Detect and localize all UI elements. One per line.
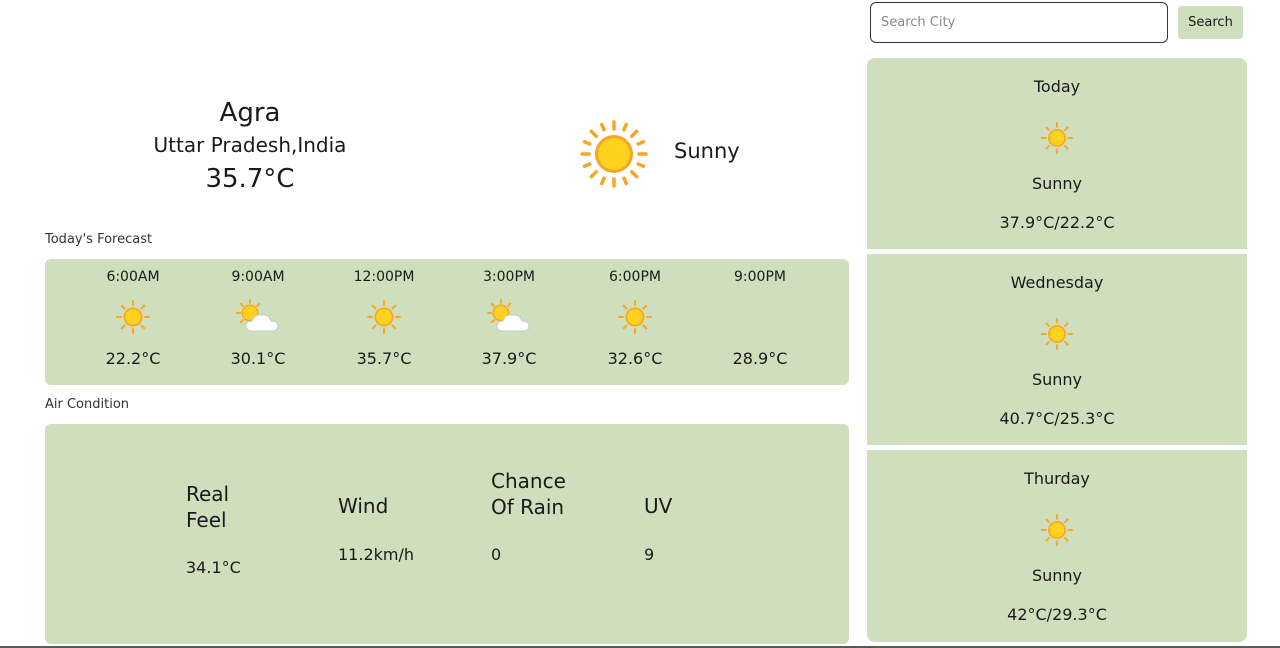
day-temperature-range: 42°C/29.3°C — [1007, 605, 1107, 624]
sun-icon — [617, 299, 653, 335]
hour-time: 9:00AM — [231, 269, 285, 285]
city-name: Agra — [219, 98, 281, 128]
air-stat-value: 34.1°C — [186, 558, 241, 577]
day-temperature-range: 37.9°C/22.2°C — [999, 213, 1115, 232]
hour-temperature: 37.9°C — [481, 349, 537, 368]
day-condition: Sunny — [1031, 566, 1083, 585]
hour-time: 12:00PM — [353, 269, 415, 285]
daily-forecast-card: Today Sunny 37.9°C/22.2°C — [867, 58, 1247, 249]
air-stat-label: UV — [644, 494, 673, 518]
hourly-slot: 9:00PM 28.9°C — [710, 259, 810, 385]
weather-app: Agra Uttar Pradesh,India 35.7°C Sunny To… — [0, 0, 1280, 648]
air-stat-value: 9 — [644, 544, 655, 564]
chance-of-rain-stat: Chance Of Rain 0 — [491, 469, 581, 564]
hour-temperature: 35.7°C — [356, 349, 412, 368]
sun-icon — [1040, 121, 1074, 155]
hour-time: 6:00PM — [609, 269, 661, 285]
air-stat-label: Chance Of Rain — [491, 469, 566, 519]
hourly-forecast-heading: Today's Forecast — [45, 232, 153, 247]
search-city-input[interactable] — [870, 2, 1168, 43]
air-condition-heading: Air Condition — [45, 397, 130, 412]
day-condition: Sunny — [1031, 370, 1083, 389]
day-name: Wednesday — [1010, 273, 1104, 292]
hour-time: 6:00AM — [106, 269, 160, 285]
sun-icon — [115, 299, 151, 335]
day-name: Today — [1033, 77, 1081, 96]
day-name: Thurday — [1024, 469, 1090, 488]
wind-stat: Wind 11.2km/h — [338, 494, 428, 564]
hour-temperature: 28.9°C — [732, 349, 788, 368]
hourly-slot: 12:00PM 35.7°C — [334, 259, 434, 385]
hourly-slot: 9:00AM 30.1°C — [208, 259, 308, 385]
hourly-slot: 6:00AM 22.2°C — [83, 259, 183, 385]
hour-temperature: 22.2°C — [105, 349, 161, 368]
air-stat-value: 0 — [491, 545, 502, 564]
daily-forecast-card: Thurday Sunny 42°C/29.3°C — [867, 450, 1247, 642]
air-stat-value: 11.2km/h — [338, 544, 415, 564]
sun-icon — [1040, 513, 1074, 547]
region-name: Uttar Pradesh,India — [153, 133, 347, 157]
partly-cloudy-icon — [485, 299, 533, 335]
air-stat-label: Wind — [338, 494, 389, 518]
current-condition: Sunny — [674, 139, 740, 163]
daily-forecast-card: Wednesday Sunny 40.7°C/25.3°C — [867, 254, 1247, 445]
hourly-slot: 6:00PM 32.6°C — [585, 259, 685, 385]
current-temperature: 35.7°C — [205, 164, 295, 194]
air-stat-label: Real Feel — [186, 482, 230, 532]
hour-temperature: 32.6°C — [607, 349, 663, 368]
partly-cloudy-icon — [234, 299, 282, 335]
sun-icon — [580, 120, 648, 188]
hourly-slot: 3:00PM 37.9°C — [459, 259, 559, 385]
sun-icon — [366, 299, 402, 335]
hour-temperature: 30.1°C — [230, 349, 286, 368]
current-weather-summary: Agra Uttar Pradesh,India 35.7°C — [130, 96, 370, 196]
search-button[interactable]: Search — [1178, 6, 1243, 39]
real-feel-stat: Real Feel 34.1°C — [186, 482, 276, 577]
air-condition-card: Real Feel 34.1°C Wind 11.2km/h Chance Of… — [45, 424, 849, 644]
hour-time: 9:00PM — [734, 269, 786, 285]
moon-icon — [742, 299, 778, 335]
uv-stat: UV 9 — [644, 494, 734, 564]
day-temperature-range: 40.7°C/25.3°C — [999, 409, 1115, 428]
hour-time: 3:00PM — [483, 269, 535, 285]
hourly-forecast-card: 6:00AM 22.2°C 9:00AM 30.1°C 12:00PM 35.7… — [45, 259, 849, 385]
sun-icon — [1040, 317, 1074, 351]
day-condition: Sunny — [1031, 174, 1083, 193]
